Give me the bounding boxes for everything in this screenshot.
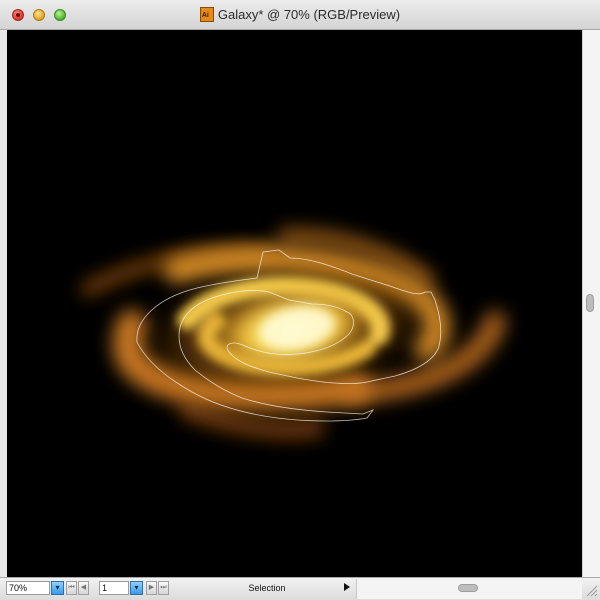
artboard-canvas[interactable] <box>7 30 582 577</box>
title-bar[interactable]: Ai Galaxy* @ 70% (RGB/Preview) <box>0 0 600 30</box>
next-page-icon[interactable]: ▶ <box>146 581 157 595</box>
horizontal-scroll-thumb[interactable] <box>458 584 478 592</box>
resize-grip-icon[interactable] <box>584 581 598 597</box>
status-tool-label[interactable]: Selection <box>178 581 356 595</box>
galaxy-artwork[interactable] <box>7 30 582 577</box>
status-bar: 70% ▾ ⏮ ◀ 1 ▾ ▶ ⏭ Selection <box>0 577 600 600</box>
last-page-icon[interactable]: ⏭ <box>158 581 169 595</box>
status-menu-arrow-icon[interactable] <box>344 583 350 591</box>
illustrator-document-window: Ai Galaxy* @ 70% (RGB/Preview) 70% ▾ ⏮ ◀… <box>0 0 600 600</box>
horizontal-scrollbar[interactable] <box>356 579 582 599</box>
previous-page-icon[interactable]: ◀ <box>78 581 89 595</box>
vertical-scroll-thumb[interactable] <box>586 294 594 312</box>
vertical-scrollbar[interactable] <box>582 30 600 577</box>
illustrator-document-icon: Ai <box>199 7 214 22</box>
window-title: Ai Galaxy* @ 70% (RGB/Preview) <box>0 7 600 25</box>
first-page-icon[interactable]: ⏮ <box>66 581 77 595</box>
page-number-field[interactable]: 1 <box>99 581 129 595</box>
chevron-down-icon[interactable]: ▾ <box>51 581 64 595</box>
window-title-text: Galaxy* @ 70% (RGB/Preview) <box>217 7 401 22</box>
zoom-level-field[interactable]: 70% <box>6 581 50 595</box>
chevron-down-icon[interactable]: ▾ <box>130 581 143 595</box>
